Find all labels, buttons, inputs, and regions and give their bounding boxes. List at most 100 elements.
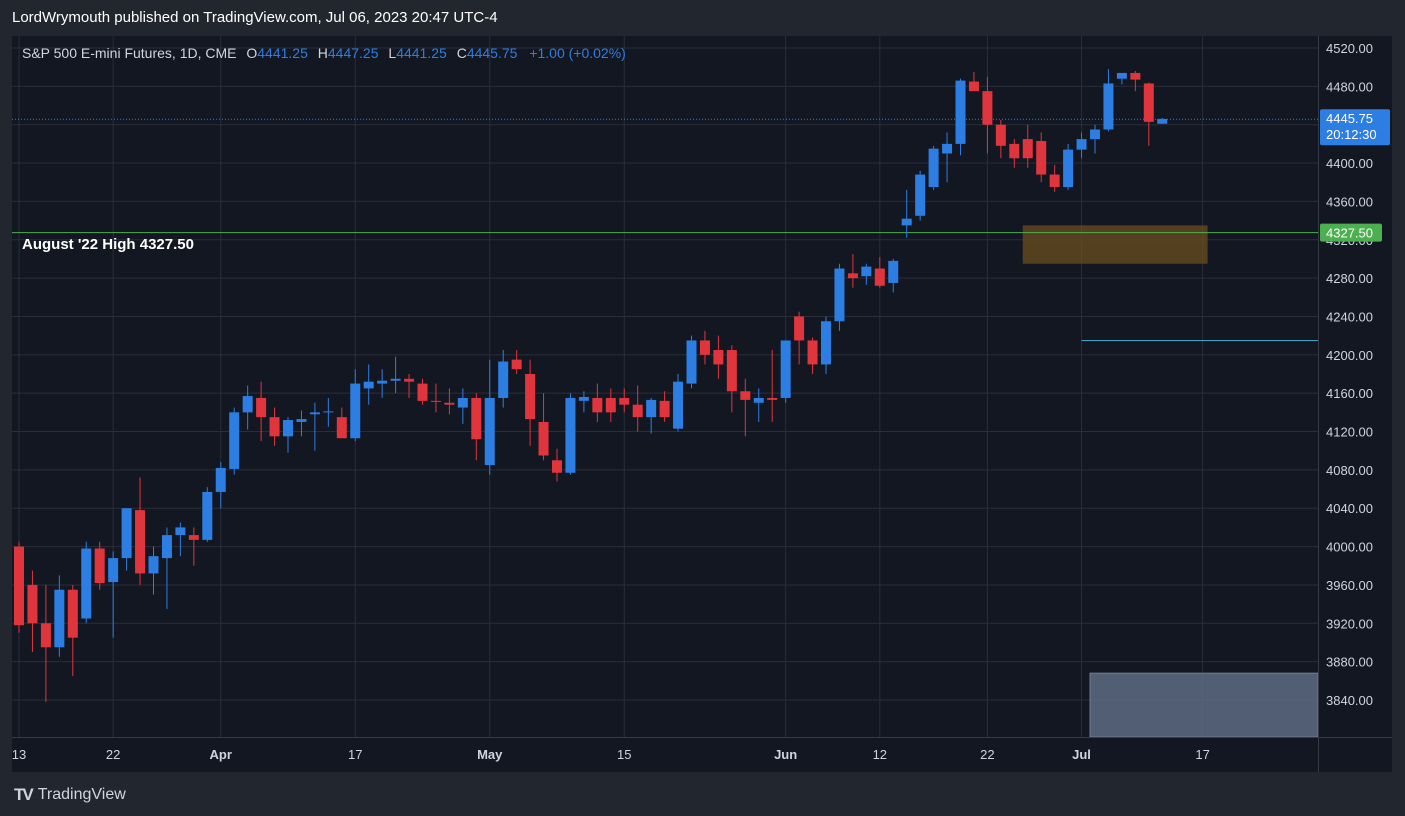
candle-body[interactable] — [767, 397, 778, 400]
candle-body[interactable] — [269, 417, 280, 437]
candle-body[interactable] — [888, 260, 899, 283]
candle-body[interactable] — [1157, 118, 1168, 124]
publication-header: LordWrymouth published on TradingView.co… — [12, 9, 498, 26]
candle-body[interactable] — [713, 350, 724, 365]
candle-body[interactable] — [215, 467, 226, 492]
candle-body[interactable] — [807, 340, 818, 365]
supply-zone — [1022, 225, 1208, 264]
candle-body[interactable] — [108, 558, 119, 583]
brand-name: TradingView — [37, 786, 126, 803]
candle-body[interactable] — [673, 381, 684, 429]
high-value: 4447.25 — [327, 45, 379, 61]
candle-body[interactable] — [1130, 72, 1141, 80]
price-tick-label: 4200.00 — [1326, 348, 1373, 363]
candle-body[interactable] — [874, 268, 885, 286]
candle-body[interactable] — [780, 340, 791, 398]
candle-body[interactable] — [834, 268, 845, 322]
candle-body[interactable] — [1090, 129, 1100, 140]
candle-body[interactable] — [135, 510, 146, 574]
candle-body[interactable] — [821, 321, 831, 365]
candle-body[interactable] — [404, 378, 415, 382]
candle-body[interactable] — [121, 508, 132, 559]
candle-body[interactable] — [484, 397, 495, 466]
candle-body[interactable] — [430, 400, 441, 402]
candle-body[interactable] — [27, 584, 38, 624]
candle-body[interactable] — [471, 397, 482, 440]
candle-body[interactable] — [592, 397, 603, 413]
candle-body[interactable] — [847, 273, 858, 279]
candle-body[interactable] — [283, 420, 293, 437]
candle-body[interactable] — [552, 460, 562, 473]
candle-body[interactable] — [753, 397, 764, 403]
candle-body[interactable] — [444, 402, 455, 405]
candle-body[interactable] — [323, 411, 334, 413]
candle-body[interactable] — [659, 400, 670, 418]
candle-body[interactable] — [861, 266, 872, 277]
candle-body[interactable] — [1116, 72, 1127, 79]
candle-body[interactable] — [40, 623, 51, 648]
candle-body[interactable] — [699, 340, 710, 355]
candle-body[interactable] — [632, 404, 643, 418]
candle-body[interactable] — [942, 143, 953, 154]
candle-body[interactable] — [1022, 139, 1033, 159]
candle-body[interactable] — [1036, 141, 1047, 175]
candle-body[interactable] — [901, 218, 912, 226]
candle-body[interactable] — [740, 391, 751, 400]
candle-body[interactable] — [1143, 83, 1154, 122]
candle-body[interactable] — [457, 397, 468, 408]
candle-body[interactable] — [94, 548, 105, 584]
candle-body[interactable] — [915, 174, 926, 216]
footer-branding: TV TradingView — [14, 785, 126, 805]
candle-body[interactable] — [1103, 83, 1114, 130]
candle-body[interactable] — [296, 419, 307, 422]
candle-body[interactable] — [1049, 174, 1060, 188]
open-label: O — [246, 45, 258, 61]
candle-body[interactable] — [54, 589, 65, 648]
candle-body[interactable] — [229, 412, 240, 469]
candle-body[interactable] — [605, 397, 616, 413]
candle-body[interactable] — [968, 81, 979, 92]
price-tick-label: 4080.00 — [1326, 463, 1373, 478]
candlestick-chart[interactable]: 4520.004480.004440.004400.004360.004320.… — [12, 36, 1392, 772]
candle-body[interactable] — [726, 350, 737, 392]
candle-body[interactable] — [175, 527, 186, 536]
candle-body[interactable] — [148, 556, 159, 574]
candle-body[interactable] — [794, 316, 805, 341]
candle-body[interactable] — [1076, 139, 1087, 150]
candle-body[interactable] — [363, 381, 374, 389]
candle-body[interactable] — [377, 380, 388, 384]
candle-body[interactable] — [14, 546, 24, 626]
price-tick-label: 3960.00 — [1326, 578, 1373, 593]
candle-body[interactable] — [498, 361, 509, 398]
time-tick-label: 12 — [873, 747, 887, 762]
candle-body[interactable] — [336, 417, 347, 439]
candle-body[interactable] — [578, 397, 589, 401]
candle-body[interactable] — [619, 397, 630, 405]
candle-body[interactable] — [188, 535, 199, 540]
candle-body[interactable] — [1009, 143, 1020, 159]
candle-body[interactable] — [390, 378, 401, 381]
candle-body[interactable] — [256, 397, 267, 418]
candle-body[interactable] — [161, 535, 172, 559]
candle-body[interactable] — [955, 80, 966, 144]
candle-body[interactable] — [686, 340, 697, 384]
candle-body[interactable] — [982, 91, 993, 125]
candle-body[interactable] — [202, 491, 213, 540]
candle-body[interactable] — [350, 383, 361, 439]
candle-body[interactable] — [309, 412, 320, 415]
candle-body[interactable] — [242, 396, 253, 413]
candle-body[interactable] — [417, 383, 428, 401]
candle-body[interactable] — [67, 589, 78, 638]
candle-body[interactable] — [525, 374, 536, 420]
candle-body[interactable] — [995, 124, 1006, 146]
time-tick-label: 13 — [12, 747, 26, 762]
candle-body[interactable] — [928, 148, 939, 188]
candle-body[interactable] — [511, 359, 522, 370]
candle-body[interactable] — [565, 397, 576, 473]
chart-area[interactable]: 4520.004480.004440.004400.004360.004320.… — [12, 36, 1392, 772]
candle-body[interactable] — [538, 421, 549, 456]
candle-body[interactable] — [646, 399, 657, 418]
price-tick-label: 4240.00 — [1326, 309, 1373, 324]
candle-body[interactable] — [81, 548, 92, 619]
candle-body[interactable] — [1063, 149, 1074, 188]
